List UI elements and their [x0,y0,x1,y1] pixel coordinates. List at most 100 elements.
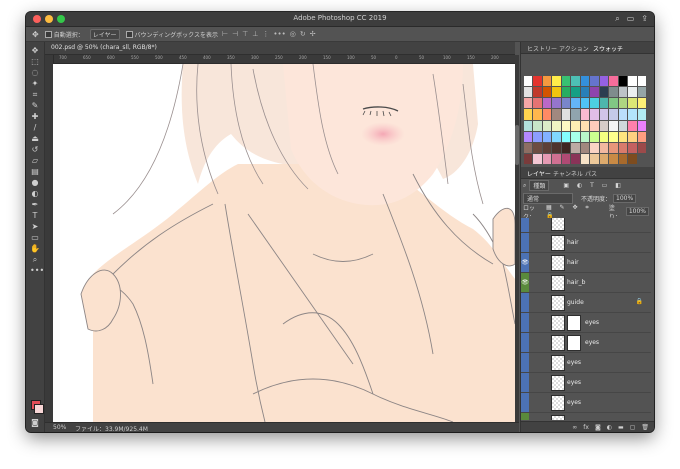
color-swatch[interactable] [533,87,542,98]
color-swatch[interactable] [542,98,552,109]
color-swatch[interactable] [561,98,571,109]
color-swatch[interactable] [628,87,637,98]
visibility-toggle[interactable] [521,218,529,232]
color-swatch[interactable] [533,131,542,142]
color-swatch[interactable] [542,87,552,98]
color-swatch[interactable] [524,109,533,120]
color-swatch[interactable] [609,98,618,109]
color-swatch[interactable] [571,98,580,109]
color-swatch[interactable] [628,76,637,87]
eye-icon[interactable]: 👁 [521,273,529,292]
layer-row[interactable]: eyes [521,372,651,392]
color-swatch[interactable] [637,76,646,87]
color-swatch[interactable] [590,76,599,87]
color-swatch[interactable] [599,109,609,120]
color-swatch[interactable] [609,76,618,87]
color-swatch[interactable] [571,109,580,120]
color-swatch[interactable] [618,98,628,109]
auto-select-checkbox[interactable]: 自動選択： [44,30,84,39]
hand-tool[interactable]: ✋ [30,244,40,253]
eye-icon[interactable]: 👁 [521,253,529,272]
color-swatch[interactable] [609,131,618,142]
color-swatch[interactable] [580,87,590,98]
color-swatch[interactable] [618,76,628,87]
workspace-icon[interactable]: ▭ [627,14,635,24]
fill-field[interactable]: 100% [625,207,649,216]
mask-icon[interactable]: ◙ [595,424,601,431]
zoom-level[interactable]: 50% [53,424,66,431]
color-swatch[interactable] [599,98,609,109]
color-swatch[interactable] [580,142,590,153]
color-swatch[interactable] [590,120,599,131]
color-swatch[interactable] [618,120,628,131]
color-swatch[interactable] [580,98,590,109]
color-swatch[interactable] [533,109,542,120]
color-swatch[interactable] [599,131,609,142]
visibility-toggle[interactable] [521,233,529,252]
filter-icons[interactable]: ▣ ◐ T ▭ ◧ [563,182,624,189]
color-swatch[interactable] [580,131,590,142]
color-swatch[interactable] [533,142,542,153]
align-right-icon[interactable]: ⊤ [242,30,248,38]
align-top-icon[interactable]: ⊥ [252,30,258,38]
color-swatch[interactable] [533,98,542,109]
color-swatch[interactable] [590,87,599,98]
type-tool[interactable]: T [30,211,40,220]
color-swatch[interactable] [571,153,580,164]
color-swatch[interactable] [524,76,533,87]
link-icon[interactable]: ∞ [572,424,577,431]
3d-pan-icon[interactable]: ✢ [310,30,316,38]
color-swatch[interactable] [524,131,533,142]
shape-tool[interactable]: ▭ [30,233,40,242]
bounding-box-checkbox[interactable]: バウンディングボックスを表示 [125,30,218,39]
color-swatch[interactable] [542,109,552,120]
layer-row[interactable]: guide 🔒 [521,292,651,312]
color-swatch[interactable] [524,98,533,109]
color-swatch[interactable] [599,76,609,87]
color-swatch[interactable] [533,120,542,131]
visibility-toggle[interactable] [521,373,529,392]
color-swatch[interactable] [552,120,561,131]
color-swatch[interactable] [599,120,609,131]
align-left-icon[interactable]: ⊢ [222,30,228,38]
healing-tool[interactable]: ✚ [30,112,40,121]
visibility-toggle[interactable] [521,313,529,332]
color-swatch[interactable] [590,109,599,120]
layer-filter-dropdown[interactable]: 種類 [529,180,550,191]
color-swatch[interactable] [599,153,609,164]
color-swatch[interactable] [571,87,580,98]
stamp-tool[interactable]: ⏏ [30,134,40,143]
adjustment-icon[interactable]: ◐ [607,424,612,431]
color-swatch[interactable] [599,142,609,153]
zoom-tool[interactable]: ⌕ [30,255,40,264]
brush-tool[interactable]: / [30,123,40,132]
visibility-toggle[interactable] [521,413,529,420]
color-swatch[interactable] [580,120,590,131]
color-swatch[interactable] [590,142,599,153]
color-swatch[interactable] [618,142,628,153]
tab-channels[interactable]: チャンネル [553,169,583,178]
background-color-swatch[interactable] [34,404,44,414]
color-swatch[interactable] [571,120,580,131]
color-swatch[interactable] [552,98,561,109]
color-swatch[interactable] [590,98,599,109]
tab-layers[interactable]: レイヤー [527,169,551,178]
color-swatch[interactable] [580,109,590,120]
color-swatch[interactable] [533,153,542,164]
color-swatch[interactable] [628,153,637,164]
color-swatch[interactable] [618,131,628,142]
color-swatch[interactable] [524,142,533,153]
color-swatch[interactable] [628,131,637,142]
share-icon[interactable]: ⇪ [641,14,648,24]
layer-row[interactable] [521,218,651,232]
move-tool[interactable]: ✥ [30,46,40,55]
more-tools-icon[interactable]: ••• [30,266,44,275]
dodge-tool[interactable]: ◐ [30,189,40,198]
color-swatch[interactable] [618,153,628,164]
visibility-toggle[interactable] [521,293,529,312]
visibility-toggle[interactable] [521,353,529,372]
tab-history[interactable]: ヒストリー [527,44,557,53]
marquee-tool[interactable]: ⬚ [30,57,40,66]
color-swatch[interactable] [628,109,637,120]
color-swatch[interactable] [542,153,552,164]
